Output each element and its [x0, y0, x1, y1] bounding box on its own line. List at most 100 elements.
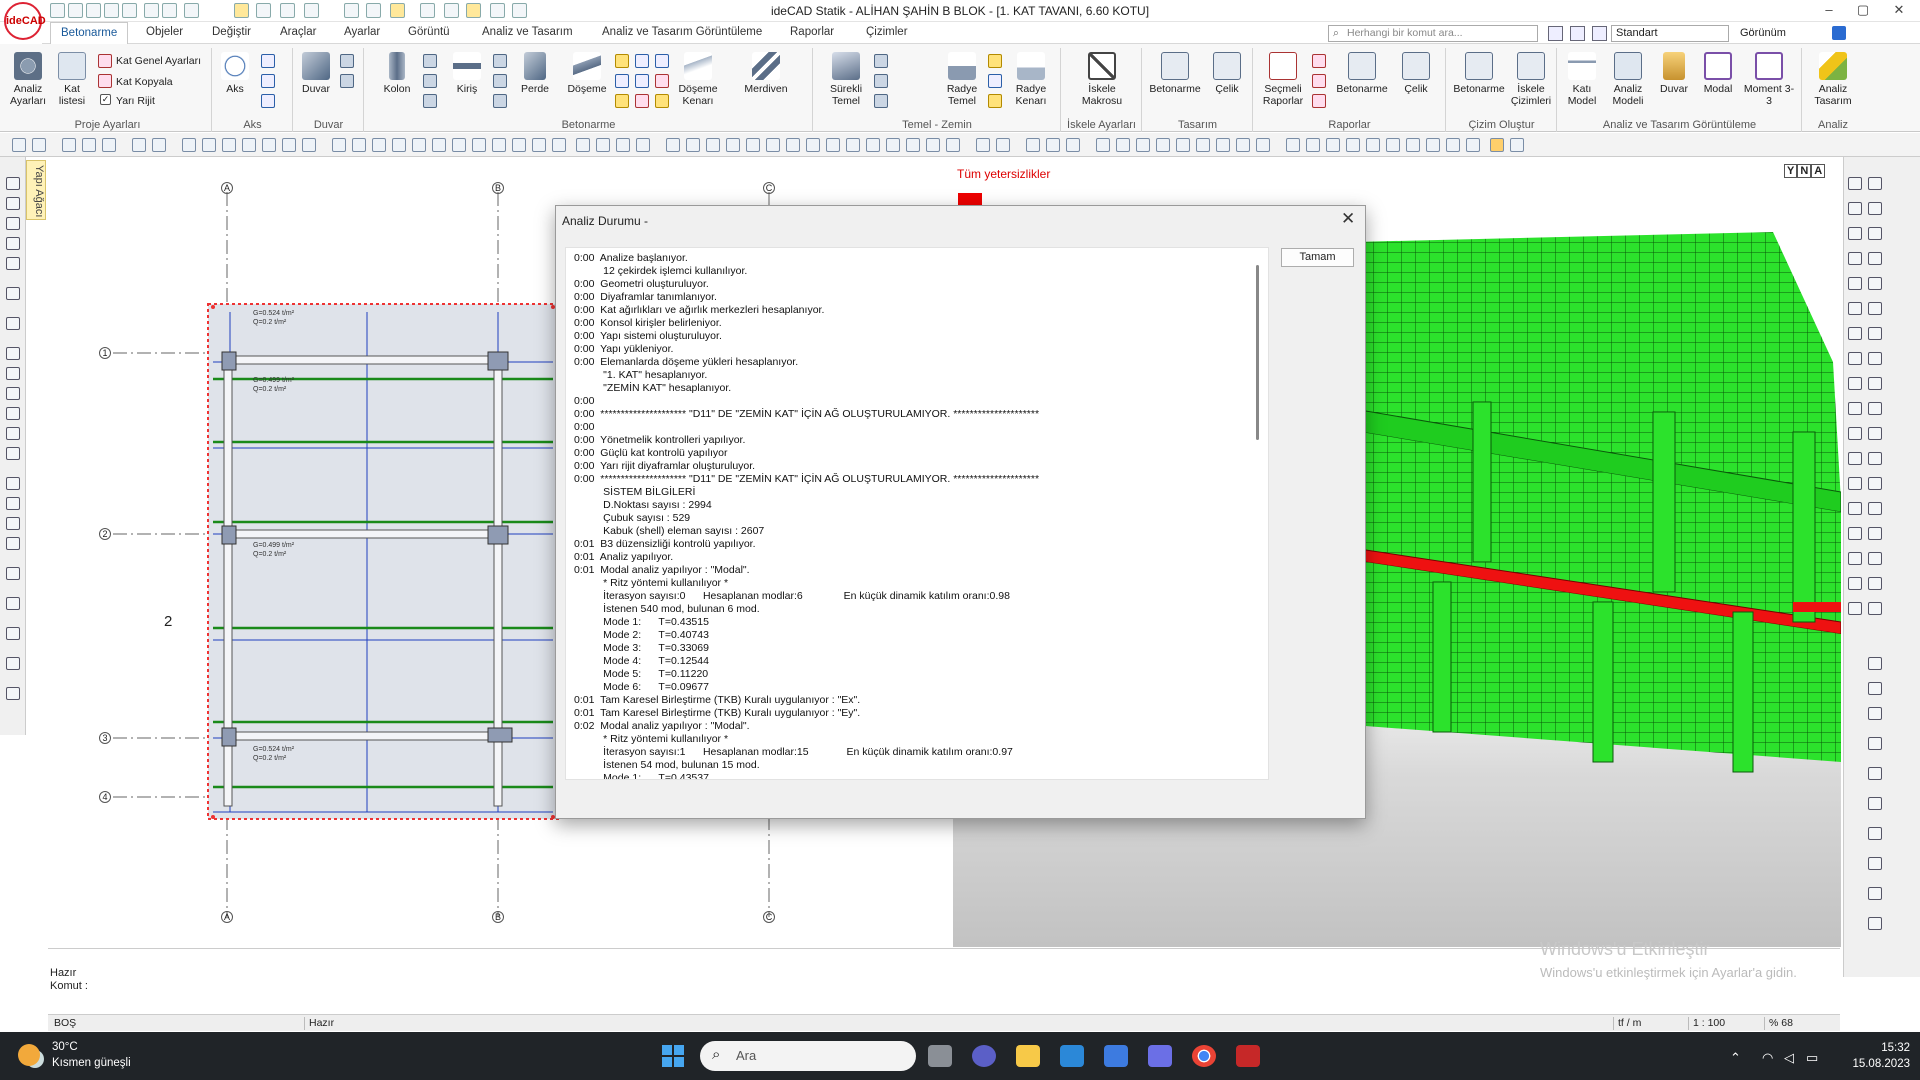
table-icon[interactable]	[616, 138, 630, 152]
render-icon[interactable]	[1306, 138, 1320, 152]
app-icon[interactable]	[1148, 1045, 1172, 1067]
modal-button[interactable]: Modal	[1698, 52, 1738, 95]
move-cross-icon[interactable]	[182, 138, 196, 152]
orbit-icon[interactable]	[1116, 138, 1130, 152]
left-tool-icon-17[interactable]	[6, 537, 20, 550]
select-all-icon[interactable]	[1176, 138, 1190, 152]
footing-tool-icon-1[interactable]	[874, 54, 888, 68]
pan-icon[interactable]	[1096, 138, 1110, 152]
volume-icon[interactable]: ◁	[1784, 1050, 1794, 1066]
rapor-celik-button[interactable]: Çelik	[1396, 52, 1436, 95]
lock-icon[interactable]	[1256, 138, 1270, 152]
status-unit[interactable]: tf / m	[1613, 1017, 1683, 1030]
flash-icon[interactable]	[1446, 138, 1460, 152]
explode-icon[interactable]	[452, 138, 466, 152]
right-tool-icon-45[interactable]	[1868, 887, 1882, 900]
left-tool-icon-21[interactable]	[6, 657, 20, 670]
right-tool-icon-43[interactable]	[1868, 827, 1882, 840]
menu-objeler[interactable]: Objeler	[146, 26, 183, 38]
weather-description[interactable]: Kısmen güneşli	[52, 1057, 131, 1069]
secmeli-raporlar-button[interactable]: Seçmeli Raporlar	[1258, 52, 1308, 107]
dim-aligned-icon[interactable]	[886, 138, 900, 152]
left-tool-icon-5[interactable]	[6, 257, 20, 270]
mail-icon[interactable]	[1060, 1045, 1084, 1067]
grid-toggle-icon[interactable]	[636, 138, 650, 152]
kiris-button[interactable]: Kiriş	[447, 52, 487, 95]
right-tool-icon-7[interactable]	[1848, 252, 1862, 265]
right-tool-icon-27[interactable]	[1848, 502, 1862, 515]
chat-icon[interactable]	[972, 1045, 996, 1067]
analiz-tasarim-button[interactable]: Analiz Tasarım	[1807, 52, 1859, 107]
analiz-modeli-button[interactable]: Analiz Modeli	[1606, 52, 1650, 107]
view-tab-a[interactable]: A	[1811, 164, 1826, 178]
chrome-icon[interactable]	[1192, 1045, 1216, 1067]
tasarim-celik-button[interactable]: Çelik	[1207, 52, 1247, 95]
axis-bubble-a-top[interactable]: A	[221, 182, 233, 194]
leader-icon[interactable]	[726, 138, 740, 152]
axis-bubble-c-bottom[interactable]: C	[763, 911, 775, 923]
copy-icon[interactable]	[242, 138, 256, 152]
text-icon[interactable]	[132, 138, 146, 152]
right-tool-icon-35[interactable]	[1848, 602, 1862, 615]
axis-bubble-b-top[interactable]: B	[492, 182, 504, 194]
slab-tool-icon-1[interactable]	[615, 54, 629, 68]
point-icon[interactable]	[846, 138, 860, 152]
shadow-icon[interactable]	[1346, 138, 1360, 152]
aks-button[interactable]: Aks	[217, 52, 253, 95]
right-tool-icon-14[interactable]	[1868, 327, 1882, 340]
slab-tool-icon-3[interactable]	[615, 94, 629, 108]
rapor-betonarme-button[interactable]: Betonarme	[1334, 52, 1390, 95]
kolon-button[interactable]: Kolon	[379, 52, 415, 95]
measure-tool-icon[interactable]	[552, 138, 566, 152]
tools-icon[interactable]	[1466, 138, 1480, 152]
right-tool-icon-12[interactable]	[1868, 302, 1882, 315]
help-icon[interactable]	[1832, 26, 1846, 40]
structure-tree-tab[interactable]: Yapı Ağacı	[26, 160, 46, 220]
extend-icon[interactable]	[352, 138, 366, 152]
left-tool-icon-18[interactable]	[6, 567, 20, 580]
ellipse-icon[interactable]	[786, 138, 800, 152]
radye-kenari-button[interactable]: Radye Kenarı	[1008, 52, 1054, 107]
battery-icon[interactable]: ▭	[1806, 1050, 1818, 1066]
break-icon[interactable]	[412, 138, 426, 152]
left-tool-icon-3[interactable]	[6, 217, 20, 230]
axis-bubble-1[interactable]: 1	[99, 347, 111, 359]
chevron-up-icon[interactable]: ⌃	[1730, 1050, 1741, 1066]
right-tool-icon-3[interactable]	[1848, 202, 1862, 215]
command-line-input[interactable]: Komut :	[50, 980, 88, 992]
right-tool-icon-5[interactable]	[1848, 227, 1862, 240]
analiz-ayarlari-button[interactable]: Analiz Ayarları	[8, 52, 48, 107]
brush-icon[interactable]	[82, 138, 96, 152]
column-tool-icon-1[interactable]	[423, 54, 437, 68]
command-search-input[interactable]: ⌕ Herhangi bir komut ara...	[1328, 25, 1538, 42]
slab-tool-icon-5[interactable]	[635, 74, 649, 88]
left-tool-icon-20[interactable]	[6, 627, 20, 640]
left-tool-icon-13[interactable]	[6, 447, 20, 460]
iskele-cizimleri-button[interactable]: İskele Çizimleri	[1507, 52, 1555, 107]
dim-angular-icon[interactable]	[906, 138, 920, 152]
duvar-gorunum-button[interactable]: Duvar	[1654, 52, 1694, 95]
slab-tool-icon-7[interactable]	[655, 54, 669, 68]
kat-listesi-button[interactable]: Kat listesi	[52, 52, 92, 107]
right-tool-icon-13[interactable]	[1848, 327, 1862, 340]
block-icon[interactable]	[596, 138, 610, 152]
kat-kopyala-button[interactable]: Kat Kopyala	[116, 76, 173, 88]
right-tool-icon-10[interactable]	[1868, 277, 1882, 290]
right-tool-icon-31[interactable]	[1848, 552, 1862, 565]
store-icon[interactable]	[1104, 1045, 1128, 1067]
left-tool-icon-15[interactable]	[6, 497, 20, 510]
right-tool-icon-30[interactable]	[1868, 527, 1882, 540]
file-explorer-icon[interactable]	[1016, 1045, 1040, 1067]
wifi-icon[interactable]: ◠	[1762, 1050, 1773, 1066]
kat-genel-ayarlari-button[interactable]: Kat Genel Ayarları	[116, 55, 201, 67]
right-tool-icon-15[interactable]	[1848, 352, 1862, 365]
active-mode-icon[interactable]	[1490, 138, 1504, 152]
image-icon[interactable]	[666, 138, 680, 152]
right-tool-icon-41[interactable]	[1868, 767, 1882, 780]
menu-goruntu[interactable]: Görüntü	[408, 26, 450, 38]
clock-time[interactable]: 15:32	[1870, 1042, 1910, 1054]
annotation-icon[interactable]	[686, 138, 700, 152]
menu-degistir[interactable]: Değiştir	[212, 26, 251, 38]
hatch-icon[interactable]	[576, 138, 590, 152]
tasarim-betonarme-button[interactable]: Betonarme	[1147, 52, 1203, 95]
